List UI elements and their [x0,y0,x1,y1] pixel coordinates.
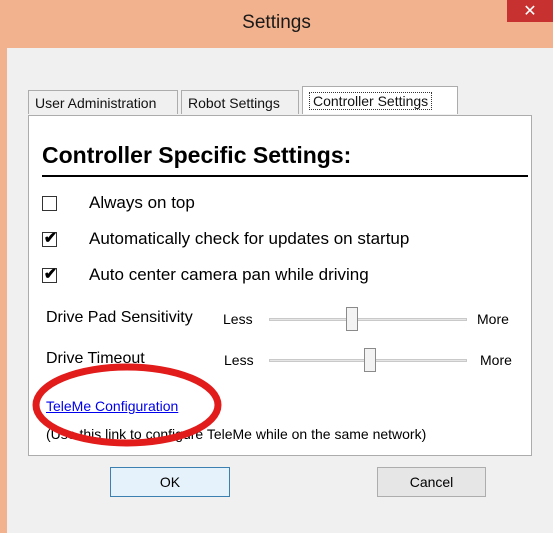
teleme-configuration-link[interactable]: TeleMe Configuration [46,398,178,414]
tab-label: Robot Settings [188,95,280,111]
always-on-top-label: Always on top [89,193,195,212]
settings-window: Settings ✕ User Administration Robot Set… [0,0,553,533]
window-frame [0,48,7,533]
check-mark-icon: ✔ [43,230,58,247]
tab-label: Controller Settings [309,92,433,110]
auto-update-label: Automatically check for updates on start… [89,229,410,248]
tab-robot-settings[interactable]: Robot Settings [181,90,299,114]
drive-timeout-label: Drive Timeout [46,350,145,367]
dialog-footer [7,520,553,533]
slider-more-label: More [480,352,512,368]
check-mark-icon: ✔ [43,266,58,283]
cancel-button[interactable]: Cancel [377,467,486,497]
slider-less-label: Less [224,352,254,368]
drive-pad-sensitivity-row: Drive Pad Sensitivity Less More [46,307,526,331]
ok-button[interactable]: OK [110,467,230,497]
drive-pad-sensitivity-slider[interactable] [346,307,359,331]
tab-controller-settings[interactable]: Controller Settings [302,86,458,114]
always-on-top-checkbox[interactable] [42,196,57,211]
link-hint-text: (Use this link to configure TeleMe while… [46,426,427,442]
section-heading: Controller Specific Settings: [42,142,352,168]
window-title: Settings [242,12,311,33]
drive-timeout-row: Drive Timeout Less More [46,348,526,372]
close-icon: ✕ [523,1,537,20]
close-button[interactable]: ✕ [507,0,553,22]
tab-user-administration[interactable]: User Administration [28,90,178,114]
drive-timeout-slider[interactable] [363,348,376,372]
heading-underline [42,175,528,177]
auto-update-checkbox[interactable]: ✔ [42,230,58,247]
slider-less-label: Less [223,311,253,327]
auto-center-label: Auto center camera pan while driving [89,265,369,284]
drive-pad-sensitivity-label: Drive Pad Sensitivity [46,309,193,326]
auto-center-checkbox[interactable]: ✔ [42,266,58,283]
slider-track[interactable] [269,318,467,321]
tab-label: User Administration [35,95,157,111]
slider-more-label: More [477,311,509,327]
